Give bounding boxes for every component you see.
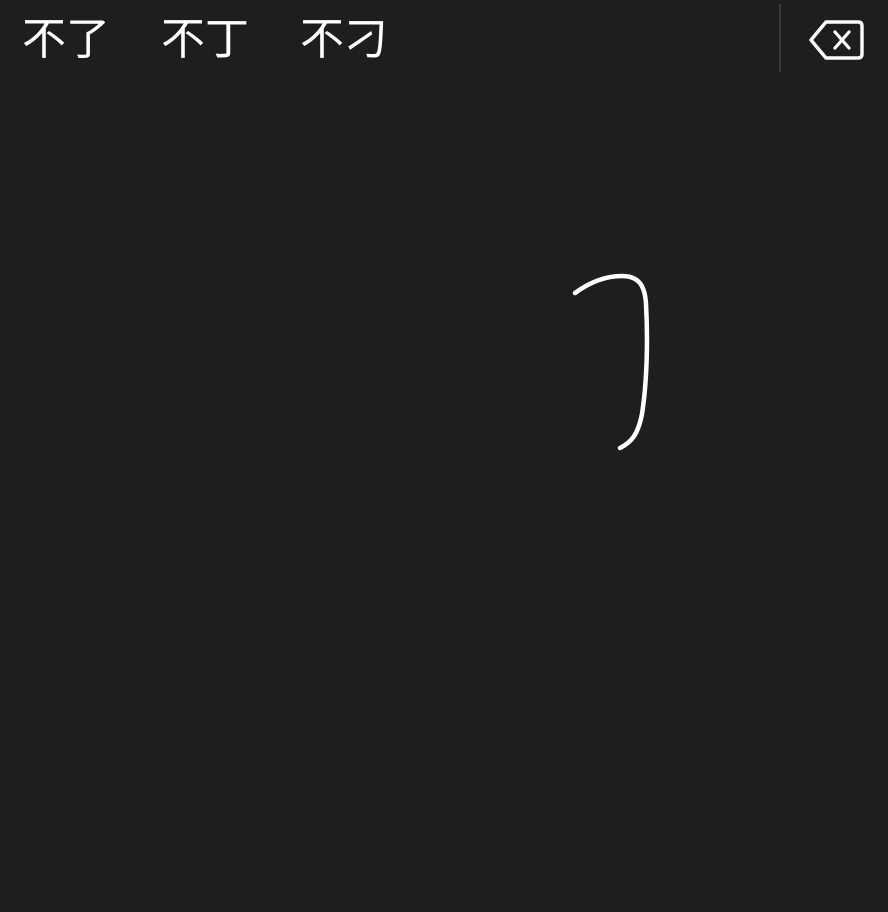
delete-backspace-icon bbox=[809, 20, 864, 60]
handwriting-stroke-layer bbox=[572, 273, 650, 451]
handwriting-canvas[interactable] bbox=[0, 80, 888, 912]
handwritten-stroke bbox=[572, 273, 650, 451]
candidate-bar: 不了 不丁 不刁 bbox=[0, 0, 888, 80]
candidate-list: 不了 不丁 不刁 bbox=[22, 8, 439, 72]
candidate-1[interactable]: 不了 bbox=[22, 8, 110, 72]
candidate-3[interactable]: 不刁 bbox=[300, 8, 388, 72]
handwriting-keyboard: 不了 不丁 不刁 bbox=[0, 0, 888, 912]
candidate-2[interactable]: 不丁 bbox=[161, 8, 249, 72]
candidate-divider bbox=[779, 4, 781, 72]
delete-button[interactable] bbox=[806, 14, 866, 66]
